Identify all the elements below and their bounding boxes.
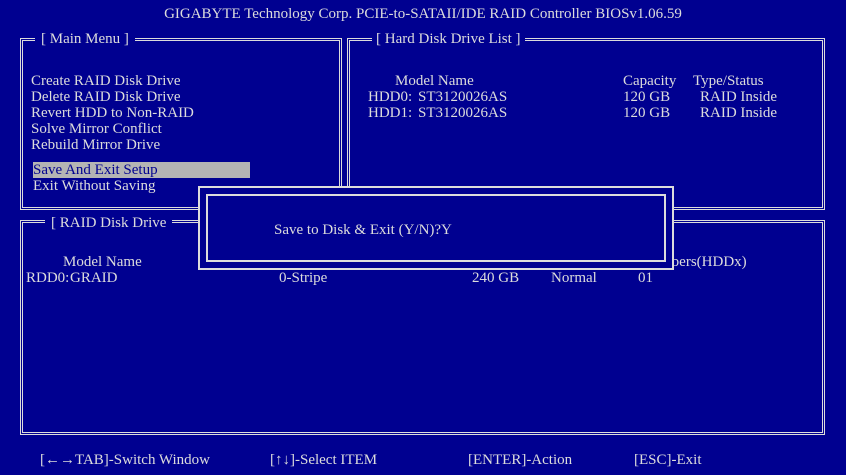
hdd-row-id: HDD1:	[368, 105, 413, 121]
hdd-header-type: Type/Status	[693, 73, 764, 89]
hdd-row-id: HDD0:	[368, 89, 413, 105]
hdd-row-model: ST3120026AS	[418, 89, 508, 105]
raid-header-model: Model Name	[63, 254, 142, 270]
main-menu-panel: [ Main Menu ] Create RAID Disk Drive Del…	[20, 30, 342, 210]
menu-item-solve-mirror[interactable]: Solve Mirror Conflict	[31, 121, 162, 137]
status-bar: [←→TAB]-Switch Window [↑↓]-Select ITEM […	[0, 447, 846, 475]
hdd-row-model: ST3120026AS	[418, 105, 508, 121]
main-menu-title: [ Main Menu ]	[35, 30, 135, 48]
raid-row-model: GRAID	[70, 270, 118, 286]
hdd-list-title: [ Hard Disk Drive List ]	[372, 30, 525, 48]
menu-item-save-exit[interactable]: Save And Exit Setup	[33, 162, 250, 178]
confirm-dialog-prompt[interactable]: Save to Disk & Exit (Y/N)?Y	[274, 222, 452, 239]
raid-list-title: [ RAID Disk Drive	[45, 214, 173, 232]
hdd-row-type: RAID Inside	[700, 105, 778, 121]
hdd-header-model: Model Name	[395, 73, 474, 89]
menu-item-create-raid[interactable]: Create RAID Disk Drive	[31, 73, 181, 89]
raid-row-id: RDD0:	[26, 270, 70, 286]
hdd-header-capacity: Capacity	[623, 73, 677, 89]
hint-switch-window: [←→TAB]-Switch Window	[40, 452, 210, 468]
bios-title: GIGABYTE Technology Corp. PCIE-to-SATAII…	[164, 6, 682, 22]
menu-item-exit-no-save[interactable]: Exit Without Saving	[33, 178, 155, 194]
raid-row-capacity: 240 GB	[472, 270, 520, 286]
hdd-list-panel: [ Hard Disk Drive List ] Model Name Capa…	[347, 30, 825, 210]
raid-row-status: Normal	[551, 270, 597, 286]
hint-action: [ENTER]-Action	[468, 452, 573, 468]
hdd-row-capacity: 120 GB	[623, 105, 671, 121]
hdd-row-capacity: 120 GB	[623, 89, 671, 105]
raid-row-members: 01	[638, 270, 653, 286]
hint-exit: [ESC]-Exit	[634, 452, 702, 468]
menu-item-revert-hdd[interactable]: Revert HDD to Non-RAID	[31, 105, 194, 121]
hdd-row-type: RAID Inside	[700, 89, 778, 105]
hint-select-item: [↑↓]-Select ITEM	[270, 452, 378, 468]
menu-item-delete-raid[interactable]: Delete RAID Disk Drive	[31, 89, 181, 105]
raid-row-level: 0-Stripe	[279, 270, 328, 286]
menu-item-rebuild-mirror[interactable]: Rebuild Mirror Drive	[31, 137, 160, 153]
confirm-dialog[interactable]: Save to Disk & Exit (Y/N)?Y	[198, 186, 674, 270]
